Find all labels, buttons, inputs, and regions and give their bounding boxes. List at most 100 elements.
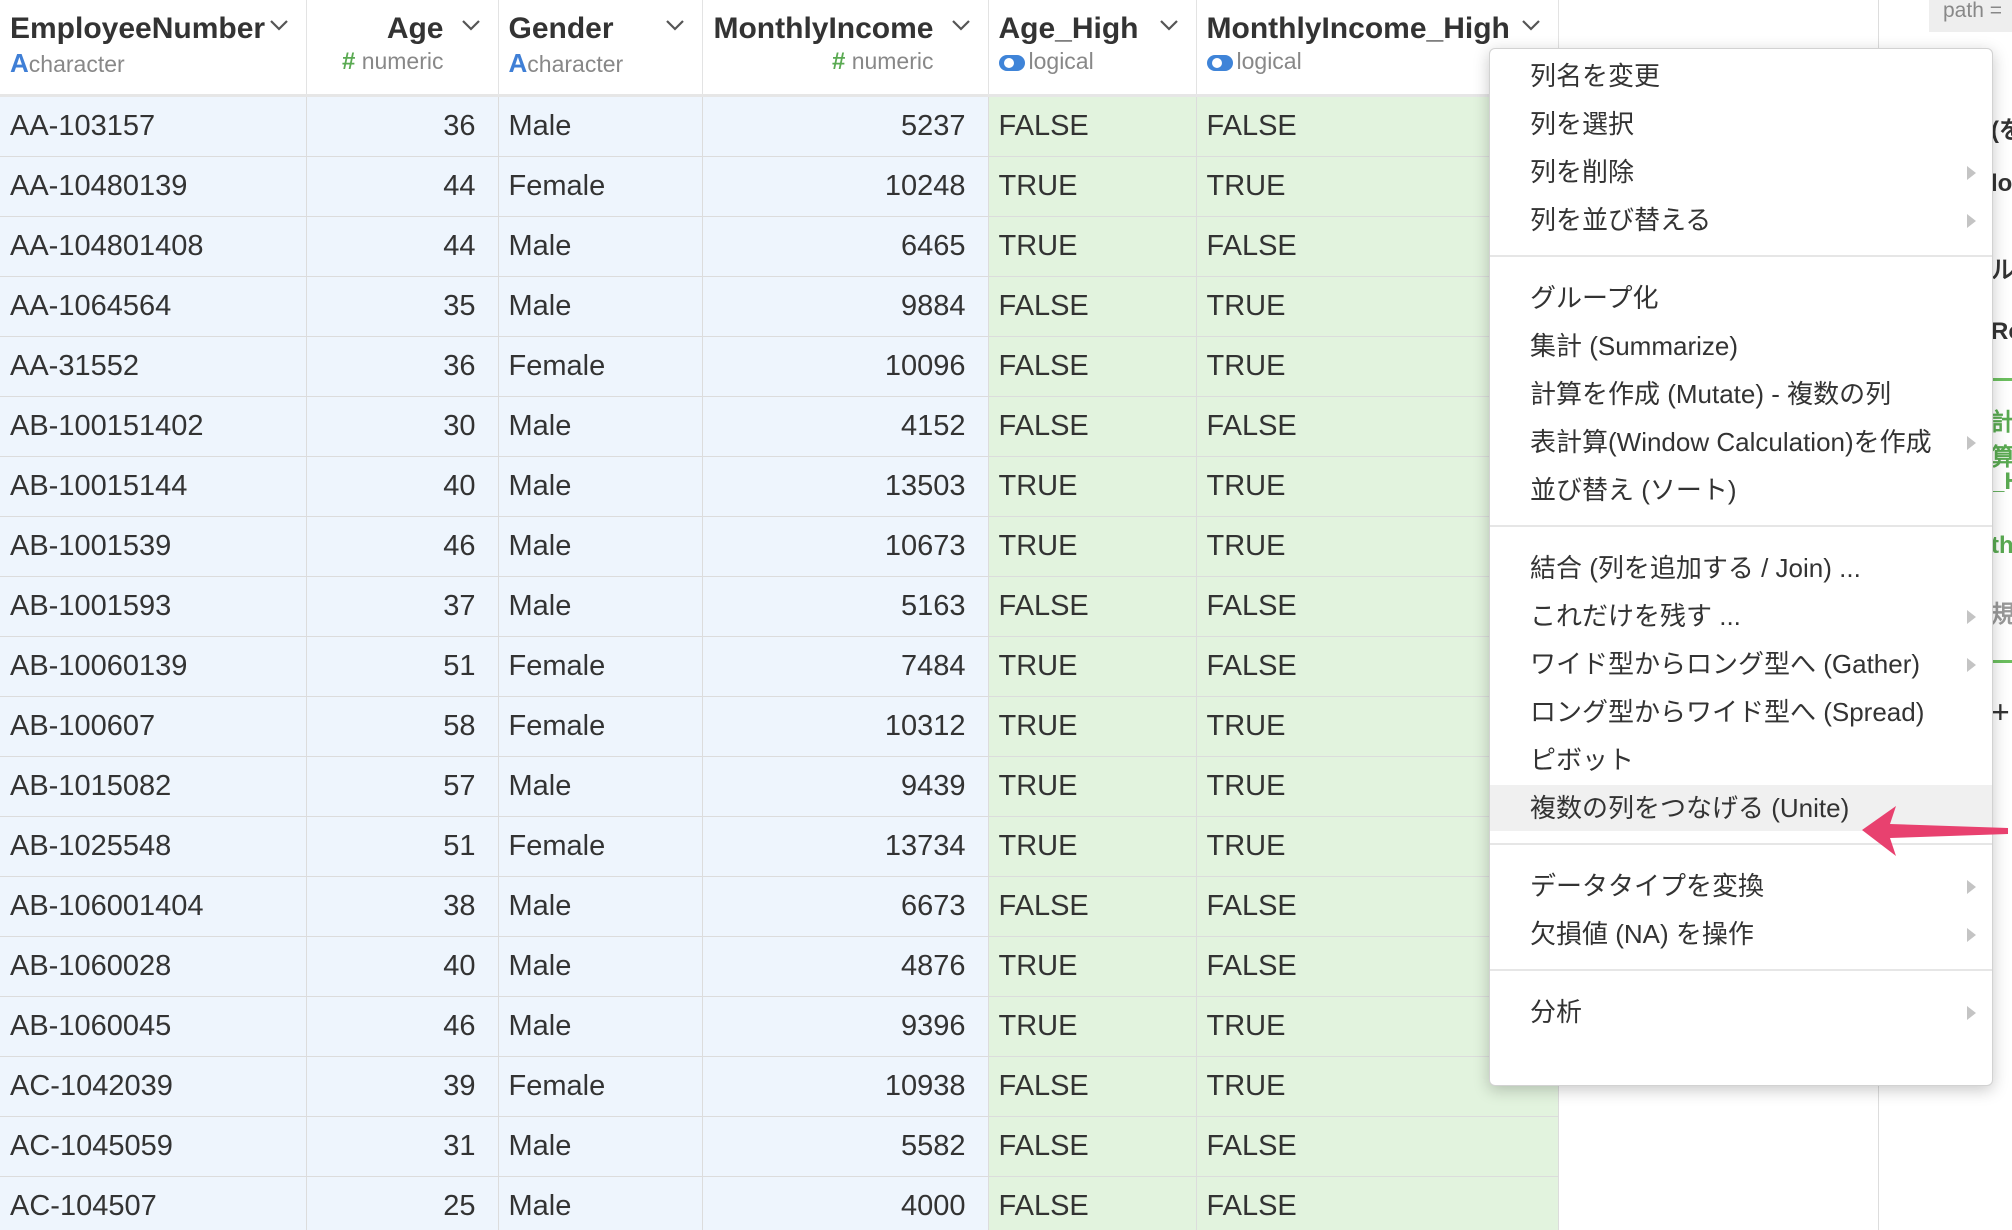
table-cell[interactable]: TRUE (988, 516, 1197, 577)
table-cell[interactable]: AC-1045059 (0, 1116, 307, 1177)
table-cell[interactable]: 7484 (702, 636, 989, 697)
menu-item[interactable]: データタイプを変換 (1490, 863, 1992, 909)
table-cell[interactable]: AA-31552 (0, 336, 307, 397)
table-cell[interactable]: AB-100607 (0, 696, 307, 757)
table-cell[interactable]: Male (498, 936, 703, 997)
table-cell[interactable]: AB-1060028 (0, 936, 307, 997)
table-cell[interactable]: 6465 (702, 216, 989, 277)
menu-item[interactable]: 結合 (列を追加する / Join) ... (1490, 545, 1992, 591)
table-cell[interactable]: Male (498, 1176, 703, 1230)
chevron-down-icon[interactable] (664, 14, 686, 36)
chevron-down-icon[interactable] (460, 14, 482, 36)
table-cell[interactable]: AB-10015144 (0, 456, 307, 517)
chevron-down-icon[interactable] (268, 14, 290, 36)
table-cell[interactable]: 38 (306, 876, 499, 937)
path-chip[interactable]: path = (1929, 0, 2012, 32)
menu-item[interactable]: ピボット (1490, 737, 1992, 783)
table-cell[interactable]: AB-1001539 (0, 516, 307, 577)
table-cell[interactable]: 9396 (702, 996, 989, 1057)
table-cell[interactable]: FALSE (988, 396, 1197, 457)
table-cell[interactable]: 35 (306, 276, 499, 337)
table-cell[interactable]: 13734 (702, 816, 989, 877)
table-cell[interactable]: 46 (306, 996, 499, 1057)
table-cell[interactable]: Male (498, 1116, 703, 1177)
table-cell[interactable]: AB-1001593 (0, 576, 307, 637)
table-cell[interactable]: FALSE (988, 95, 1197, 157)
table-cell[interactable]: AA-103157 (0, 95, 307, 157)
table-cell[interactable]: AB-1060045 (0, 996, 307, 1057)
menu-item[interactable]: 欠損値 (NA) を操作 (1490, 911, 1992, 957)
table-cell[interactable]: AB-100151402 (0, 396, 307, 457)
table-cell[interactable]: AC-1042039 (0, 1056, 307, 1117)
table-cell[interactable]: AA-10480139 (0, 156, 307, 217)
table-cell[interactable]: 44 (306, 156, 499, 217)
table-cell[interactable]: TRUE (988, 996, 1197, 1057)
table-cell[interactable]: 4876 (702, 936, 989, 997)
menu-item[interactable]: グループ化 (1490, 275, 1992, 321)
table-cell[interactable]: TRUE (988, 456, 1197, 517)
table-cell[interactable]: 31 (306, 1116, 499, 1177)
table-cell[interactable]: 40 (306, 936, 499, 997)
table-cell[interactable]: Male (498, 216, 703, 277)
menu-item[interactable]: 列名を変更 (1490, 53, 1992, 99)
menu-item[interactable]: 並び替え (ソート) (1490, 467, 1992, 513)
table-cell[interactable]: TRUE (988, 636, 1197, 697)
table-cell[interactable]: 10248 (702, 156, 989, 217)
table-cell[interactable]: Female (498, 336, 703, 397)
menu-item[interactable]: 分析 (1490, 989, 1992, 1035)
table-cell[interactable]: AB-10060139 (0, 636, 307, 697)
table-cell[interactable]: 46 (306, 516, 499, 577)
menu-item[interactable]: 列を並び替える (1490, 197, 1992, 243)
table-cell[interactable]: 5163 (702, 576, 989, 637)
table-cell[interactable]: 6673 (702, 876, 989, 937)
table-cell[interactable]: FALSE (1196, 1176, 1559, 1230)
table-cell[interactable]: TRUE (988, 156, 1197, 217)
table-cell[interactable]: Female (498, 156, 703, 217)
menu-item[interactable]: 列を削除 (1490, 149, 1992, 195)
table-cell[interactable]: AB-106001404 (0, 876, 307, 937)
table-cell[interactable]: FALSE (988, 1116, 1197, 1177)
table-cell[interactable]: Male (498, 456, 703, 517)
table-cell[interactable]: Female (498, 696, 703, 757)
column-header[interactable]: Age_High logical (988, 0, 1197, 97)
table-cell[interactable]: Male (498, 95, 703, 157)
table-cell[interactable]: 25 (306, 1176, 499, 1230)
table-cell[interactable]: 30 (306, 396, 499, 457)
table-cell[interactable]: FALSE (988, 1056, 1197, 1117)
table-cell[interactable]: 57 (306, 756, 499, 817)
table-cell[interactable]: AC-104507 (0, 1176, 307, 1230)
table-cell[interactable]: Male (498, 576, 703, 637)
table-cell[interactable]: Female (498, 636, 703, 697)
table-cell[interactable]: Male (498, 396, 703, 457)
table-cell[interactable]: 5582 (702, 1116, 989, 1177)
column-header[interactable]: MonthlyIncome # numeric (702, 0, 989, 97)
table-cell[interactable]: TRUE (988, 756, 1197, 817)
table-cell[interactable]: 36 (306, 336, 499, 397)
table-cell[interactable]: Male (498, 996, 703, 1057)
table-cell[interactable]: Female (498, 816, 703, 877)
table-cell[interactable]: AB-1025548 (0, 816, 307, 877)
table-cell[interactable]: 44 (306, 216, 499, 277)
chevron-down-icon[interactable] (1520, 14, 1542, 36)
table-cell[interactable]: AA-1064564 (0, 276, 307, 337)
table-cell[interactable]: FALSE (988, 1176, 1197, 1230)
table-cell[interactable]: 36 (306, 95, 499, 157)
add-icon[interactable]: + (1991, 694, 2010, 731)
table-cell[interactable]: Female (498, 1056, 703, 1117)
table-cell[interactable]: FALSE (988, 336, 1197, 397)
table-cell[interactable]: 10096 (702, 336, 989, 397)
chevron-down-icon[interactable] (1158, 14, 1180, 36)
table-cell[interactable]: Male (498, 756, 703, 817)
table-cell[interactable]: 39 (306, 1056, 499, 1117)
table-cell[interactable]: 9439 (702, 756, 989, 817)
table-cell[interactable]: 10673 (702, 516, 989, 577)
table-cell[interactable]: TRUE (988, 216, 1197, 277)
table-cell[interactable]: Male (498, 276, 703, 337)
table-cell[interactable]: FALSE (988, 576, 1197, 637)
table-cell[interactable]: FALSE (988, 876, 1197, 937)
chevron-down-icon[interactable] (950, 14, 972, 36)
table-cell[interactable]: FALSE (1196, 1116, 1559, 1177)
table-cell[interactable]: TRUE (988, 816, 1197, 877)
menu-item[interactable]: ワイド型からロング型へ (Gather) (1490, 641, 1992, 687)
table-cell[interactable]: FALSE (988, 276, 1197, 337)
